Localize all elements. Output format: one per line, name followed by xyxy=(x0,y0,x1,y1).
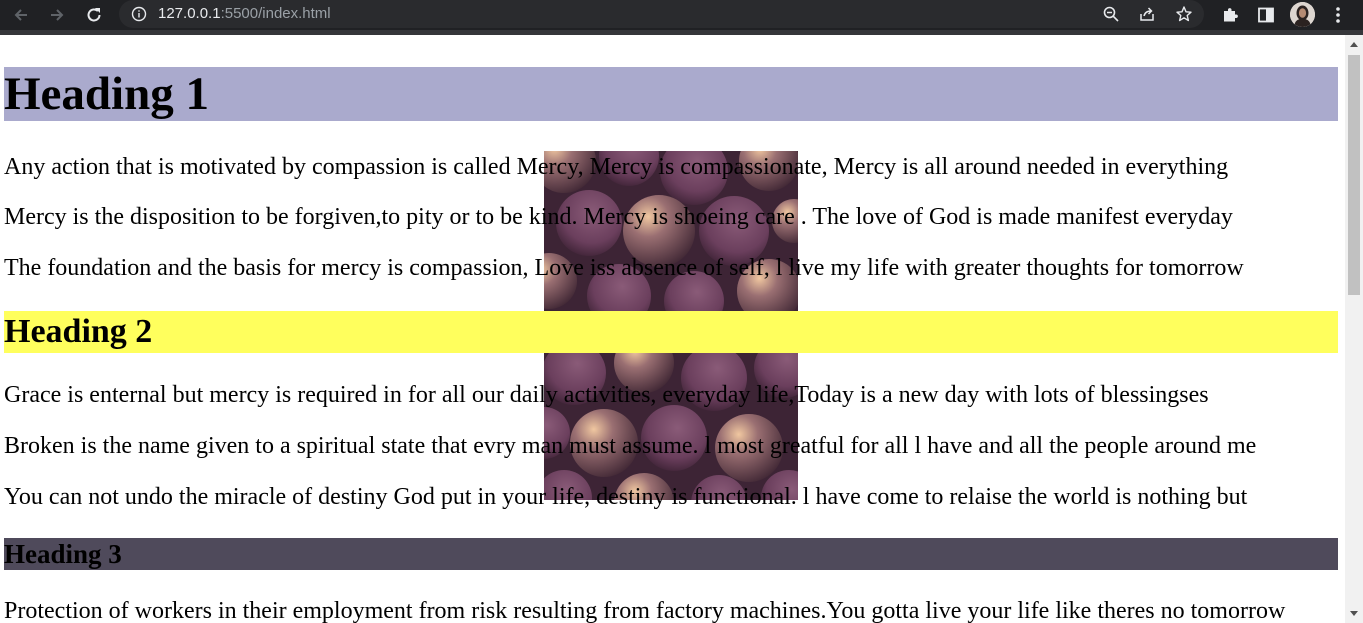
profile-photo xyxy=(1290,2,1315,27)
paragraph: Protection of workers in their employmen… xyxy=(4,598,1286,623)
page-scrollbar[interactable] xyxy=(1345,35,1363,623)
purple-spheres-image xyxy=(544,353,798,500)
paragraph: Grace is enternal but mercy is required … xyxy=(4,382,1209,408)
paragraph: Mercy is the disposition to be forgiven,… xyxy=(4,204,1233,230)
share-icon[interactable] xyxy=(1138,5,1156,23)
zoom-icon[interactable] xyxy=(1102,5,1120,23)
scroll-up-arrow-icon[interactable] xyxy=(1350,42,1358,47)
heading-2: Heading 2 xyxy=(4,311,1338,353)
paragraph: You can not undo the miracle of destiny … xyxy=(4,484,1248,510)
address-bar[interactable]: 127.0.0.1:5500/index.html xyxy=(119,0,1204,28)
arrow-left-icon xyxy=(14,9,27,21)
scroll-down-arrow-icon[interactable] xyxy=(1350,611,1358,616)
url-host: 127.0.0.1 xyxy=(158,5,221,22)
side-panel-icon[interactable] xyxy=(1256,5,1276,25)
paragraph: The foundation and the basis for mercy i… xyxy=(4,255,1244,281)
heading-1: Heading 1 xyxy=(4,67,1338,121)
puzzle-icon[interactable] xyxy=(1220,5,1240,25)
paragraph: Broken is the name given to a spiritual … xyxy=(4,433,1257,459)
star-icon[interactable] xyxy=(1175,5,1193,23)
kebab-menu-icon[interactable] xyxy=(1328,5,1348,25)
heading-3: Heading 3 xyxy=(4,538,1338,570)
url-text: 127.0.0.1:5500/index.html xyxy=(158,5,331,23)
page-viewport: Heading 1 Any action that is motivated b… xyxy=(0,35,1345,623)
info-icon[interactable] xyxy=(131,6,147,22)
url-path: :5500/index.html xyxy=(220,5,331,22)
reload-icon xyxy=(87,8,101,22)
reload-button[interactable] xyxy=(82,3,106,27)
avatar[interactable] xyxy=(1290,2,1315,27)
browser-toolbar: 127.0.0.1:5500/index.html xyxy=(0,0,1363,30)
back-button[interactable] xyxy=(9,3,33,27)
forward-button[interactable] xyxy=(45,3,69,27)
paragraph: Any action that is motivated by compassi… xyxy=(4,154,1229,180)
scrollbar-thumb[interactable] xyxy=(1348,55,1360,295)
arrow-right-icon xyxy=(51,9,64,21)
